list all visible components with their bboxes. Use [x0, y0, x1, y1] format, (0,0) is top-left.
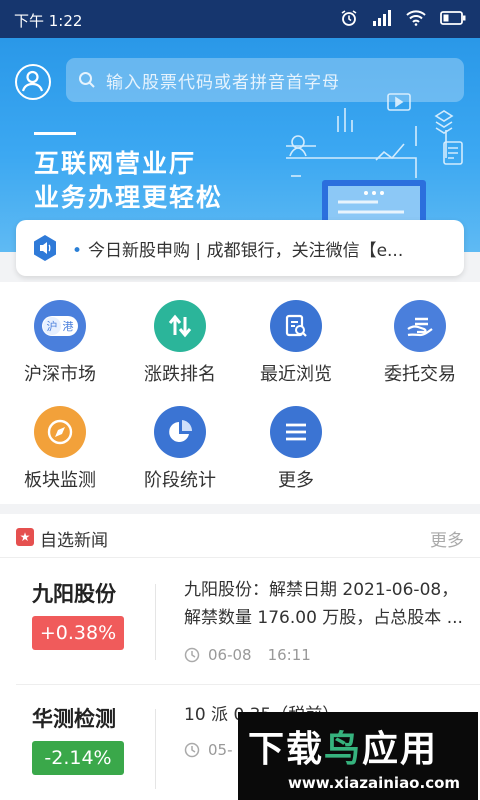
news-datetime: 06-08 16:11 — [184, 646, 311, 664]
up-down-arrows-icon — [154, 300, 206, 352]
menu-label: 板块监测 — [24, 470, 96, 491]
hand-trade-icon — [394, 300, 446, 352]
hu-shen-icon: 沪港 — [34, 300, 86, 352]
news-row[interactable]: 九阳股份 +0.38% 九阳股份：解禁日期 2021-06-08，解禁数量 17… — [0, 558, 480, 684]
menu-item-sector-monitor[interactable]: 板块监测 — [2, 406, 118, 492]
row-divider — [155, 709, 156, 789]
menu-label: 最近浏览 — [260, 364, 332, 385]
stock-name: 华测检测 — [32, 707, 116, 731]
signal-icon — [373, 10, 391, 26]
alarm-icon — [341, 10, 357, 26]
svg-text:港: 港 — [63, 320, 74, 333]
menu-label: 沪深市场 — [24, 364, 96, 385]
banner-title-line2: 业务办理更轻松 — [34, 183, 224, 212]
watermark-logo: 下载鸟应用 www.xiazainiao.com — [238, 712, 478, 800]
stock-name: 九阳股份 — [32, 582, 116, 606]
status-bar: 下午 1:22 — [0, 0, 480, 38]
menu-item-recent-browse[interactable]: 最近浏览 — [238, 300, 354, 386]
banner-title-line1: 互联网营业厅 — [34, 149, 197, 178]
menu-label: 更多 — [278, 470, 314, 491]
news-date: 05- — [208, 741, 233, 759]
row-divider — [155, 584, 156, 660]
status-time: 下午 1:22 — [14, 12, 83, 30]
news-datetime: 05- — [184, 741, 233, 759]
menu-label: 委托交易 — [384, 364, 456, 385]
banner-accent-line — [34, 132, 76, 135]
menu-item-rise-fall-rank[interactable]: 涨跌排名 — [122, 300, 238, 386]
news-section-title: 自选新闻 — [40, 531, 108, 551]
search-document-icon — [270, 300, 322, 352]
menu-label: 阶段统计 — [144, 470, 216, 491]
news-time: 16:11 — [267, 646, 311, 664]
menu-lines-icon — [270, 406, 322, 458]
clock-icon — [184, 742, 200, 758]
announcement-bar[interactable]: • 今日新股申购 | 成都银行，关注微信【e... — [16, 220, 464, 276]
speaker-icon — [34, 235, 56, 261]
svg-text:沪: 沪 — [47, 319, 58, 333]
menu-label: 涨跌排名 — [144, 364, 216, 385]
star-icon: ★ — [16, 528, 34, 546]
news-section-header: ★ 自选新闻 更多 — [0, 514, 480, 558]
announcement-text: 今日新股申购 | 成都银行，关注微信【e... — [88, 240, 404, 261]
pie-chart-icon — [154, 406, 206, 458]
compass-icon — [34, 406, 86, 458]
feature-menu: 沪港 沪深市场 涨跌排名 最近浏览 委托交易 板块监测 阶段统计 更多 — [0, 282, 480, 504]
menu-item-trade-order[interactable]: 委托交易 — [362, 300, 478, 386]
search-icon — [79, 72, 95, 88]
change-badge: +0.38% — [32, 616, 124, 650]
change-badge: -2.14% — [32, 741, 124, 775]
announcement-text-wrap: • 今日新股申购 | 成都银行，关注微信【e... — [72, 240, 404, 261]
status-icons — [340, 9, 466, 27]
news-more-link[interactable]: 更多 — [430, 526, 464, 551]
wifi-icon — [406, 10, 426, 26]
menu-item-stage-stats[interactable]: 阶段统计 — [122, 406, 238, 492]
watermark-url: www.xiazainiao.com — [288, 774, 461, 792]
news-date: 06-08 — [208, 646, 252, 664]
battery-icon — [440, 11, 466, 25]
news-text: 九阳股份：解禁日期 2021-06-08，解禁数量 176.00 万股，占总股本… — [184, 580, 463, 628]
menu-item-more[interactable]: 更多 — [238, 406, 354, 492]
avatar-icon[interactable] — [15, 64, 51, 100]
menu-item-hushen-market[interactable]: 沪港 沪深市场 — [2, 300, 118, 386]
clock-icon — [184, 647, 200, 663]
